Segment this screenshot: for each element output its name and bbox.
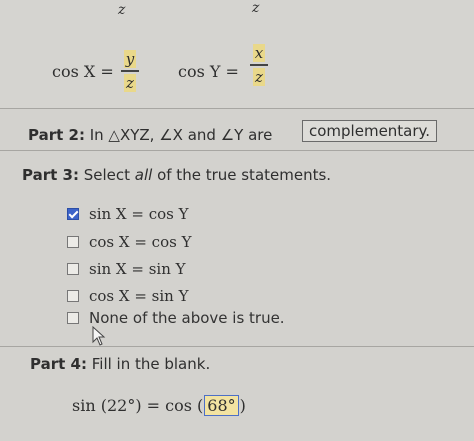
cos-x-fraction: y z [121, 50, 139, 92]
checkbox-icon[interactable] [67, 263, 79, 275]
equation-left: sin (22°) = cos ( [72, 396, 204, 415]
cos-y-denominator[interactable]: z [253, 68, 265, 86]
part4-instruction: Fill in the blank. [91, 355, 211, 373]
equation-right: ) [239, 396, 246, 415]
cos-y-lhs: cos Y = [178, 62, 239, 81]
fragment-z-right: z [252, 0, 260, 16]
option-label: cos X = cos Y [89, 233, 192, 251]
blank-input[interactable]: 68° [204, 395, 239, 416]
divider [0, 346, 474, 347]
option-label: cos X = sin Y [89, 287, 189, 305]
cos-x-denominator[interactable]: z [124, 74, 136, 92]
option-label: sin X = cos Y [89, 205, 189, 223]
option-sinx-cosy[interactable]: sin X = cos Y [67, 205, 189, 223]
option-label: None of the above is true. [89, 309, 285, 327]
part4-label: Part 4: [30, 355, 87, 373]
part4-equation: sin (22°) = cos (68°) [72, 395, 246, 416]
part3-instruction-pre: Select [83, 166, 135, 184]
cos-x-numerator[interactable]: y [123, 50, 137, 68]
fragment-z-left: z [118, 2, 126, 18]
checkbox-icon[interactable] [67, 290, 79, 302]
divider [0, 150, 474, 151]
part3-instruction-emph: all [134, 166, 153, 184]
part2-row: Part 2: In △XYZ, ∠X and ∠Y are [28, 126, 272, 144]
part4-row: Part 4: Fill in the blank. [30, 355, 210, 373]
option-cosx-siny[interactable]: cos X = sin Y [67, 287, 189, 305]
part3-instruction-post: of the true statements. [152, 166, 332, 184]
part3-row: Part 3: Select all of the true statement… [22, 166, 331, 184]
divider [0, 108, 474, 109]
previous-part-section: z z cos X = y z cos Y = x z [0, 0, 474, 108]
cos-x-lhs: cos X = [52, 62, 114, 81]
option-cosx-cosy[interactable]: cos X = cos Y [67, 233, 191, 251]
option-label: sin X = sin Y [89, 260, 186, 278]
option-none[interactable]: None of the above is true. [67, 309, 285, 327]
checkbox-icon[interactable] [67, 236, 79, 248]
mouse-pointer-icon [92, 326, 106, 346]
part2-label: Part 2: [28, 126, 85, 144]
cos-y-numerator[interactable]: x [252, 44, 266, 62]
checkbox-icon[interactable] [67, 312, 79, 324]
fraction-bar [250, 64, 268, 66]
option-sinx-siny[interactable]: sin X = sin Y [67, 260, 186, 278]
part2-text: In △XYZ, ∠X and ∠Y are [89, 126, 273, 144]
checkbox-checked-icon[interactable] [67, 208, 79, 220]
part2-answer-select[interactable]: complementary. [302, 120, 438, 142]
fraction-bar [121, 70, 139, 72]
cos-y-fraction: x z [250, 44, 268, 86]
part3-label: Part 3: [22, 166, 79, 184]
